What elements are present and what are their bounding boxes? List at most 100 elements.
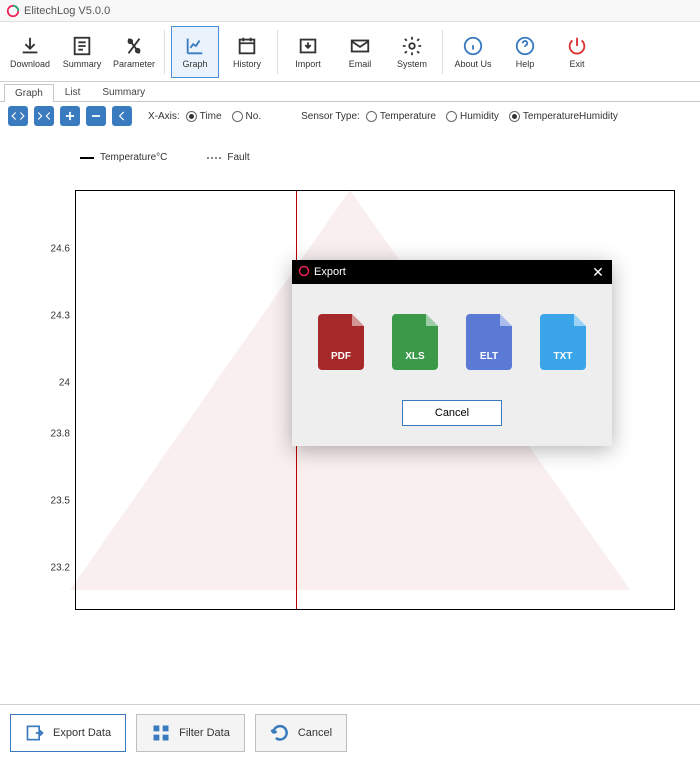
legend-line-icon [80, 157, 94, 159]
parameter-label: Parameter [113, 59, 155, 69]
collapse-button[interactable] [34, 106, 54, 126]
txt-label: TXT [554, 351, 573, 362]
email-icon [349, 35, 371, 57]
aboutus-label: About Us [454, 59, 491, 69]
legend-dotted-icon [207, 157, 221, 159]
export-txt-button[interactable]: TXT [540, 314, 586, 370]
legend-fault: Fault [207, 152, 249, 163]
download-button[interactable]: Download [6, 26, 54, 78]
legend-fault-label: Fault [227, 152, 249, 163]
sensor-temphum-label: TemperatureHumidity [523, 111, 618, 122]
elt-label: ELT [480, 351, 498, 362]
power-icon [566, 35, 588, 57]
filter-data-button[interactable]: Filter Data [136, 714, 245, 752]
history-icon [236, 35, 258, 57]
graph-icon [184, 35, 206, 57]
sensor-label: Sensor Type: [301, 111, 360, 122]
export-data-label: Export Data [53, 727, 111, 739]
view-tabs: Graph List Summary [0, 82, 700, 102]
filter-icon [151, 723, 171, 743]
cancel-button[interactable]: Cancel [255, 714, 347, 752]
sensor-temperature-radio[interactable]: Temperature [366, 111, 436, 122]
app-title: ElitechLog V5.0.0 [24, 5, 110, 17]
parameter-button[interactable]: Parameter [110, 26, 158, 78]
sensor-temphum-radio[interactable]: TemperatureHumidity [509, 111, 618, 122]
import-button[interactable]: Import [284, 26, 332, 78]
y-tick: 24.6 [42, 243, 70, 254]
legend-temperature-label: Temperature°C [100, 152, 167, 163]
sensor-temperature-label: Temperature [380, 111, 436, 122]
app-logo-icon [298, 265, 310, 280]
cancel-label: Cancel [298, 727, 332, 739]
export-data-button[interactable]: Export Data [10, 714, 126, 752]
tab-list[interactable]: List [54, 83, 92, 101]
y-tick: 23.5 [42, 495, 70, 506]
download-icon [19, 35, 41, 57]
zoom-in-button[interactable] [60, 106, 80, 126]
y-tick: 23.8 [42, 428, 70, 439]
filter-data-label: Filter Data [179, 727, 230, 739]
sensor-humidity-label: Humidity [460, 111, 499, 122]
xaxis-time-radio[interactable]: Time [186, 111, 222, 122]
legend-temperature: Temperature°C [80, 152, 167, 163]
chart-legend: Temperature°C Fault [10, 140, 680, 175]
export-dialog: Export ✕ PDF XLS ELT TXT Cancel [292, 260, 612, 446]
xaxis-time-label: Time [200, 111, 222, 122]
info-icon [462, 35, 484, 57]
tab-summary[interactable]: Summary [91, 83, 156, 101]
back-button[interactable] [112, 106, 132, 126]
export-dialog-title: Export [314, 266, 346, 278]
title-bar: ElitechLog V5.0.0 [0, 0, 700, 22]
graph-button[interactable]: Graph [171, 26, 219, 78]
graph-label: Graph [182, 59, 207, 69]
close-icon[interactable]: ✕ [590, 264, 606, 280]
toolbar-separator [164, 30, 165, 74]
email-button[interactable]: Email [336, 26, 384, 78]
import-icon [297, 35, 319, 57]
download-label: Download [10, 59, 50, 69]
xaxis-no-label: No. [246, 111, 262, 122]
parameter-icon [123, 35, 145, 57]
pdf-label: PDF [331, 351, 351, 362]
y-tick: 24 [42, 378, 70, 389]
exit-button[interactable]: Exit [553, 26, 601, 78]
history-button[interactable]: History [223, 26, 271, 78]
summary-button[interactable]: Summary [58, 26, 106, 78]
tab-graph[interactable]: Graph [4, 84, 54, 102]
summary-icon [71, 35, 93, 57]
aboutus-button[interactable]: About Us [449, 26, 497, 78]
export-dialog-header[interactable]: Export ✕ [292, 260, 612, 284]
main-toolbar: Download Summary Parameter Graph History… [0, 22, 700, 82]
exit-label: Exit [569, 59, 584, 69]
history-label: History [233, 59, 261, 69]
xaxis-label: X-Axis: [148, 111, 180, 122]
xaxis-no-radio[interactable]: No. [232, 111, 262, 122]
y-tick: 23.2 [42, 563, 70, 574]
system-icon [401, 35, 423, 57]
export-format-row: PDF XLS ELT TXT [318, 314, 586, 370]
toolbar-separator [277, 30, 278, 74]
toolbar-separator [442, 30, 443, 74]
help-icon [514, 35, 536, 57]
zoom-out-button[interactable] [86, 106, 106, 126]
email-label: Email [349, 59, 372, 69]
export-icon [25, 723, 45, 743]
help-button[interactable]: Help [501, 26, 549, 78]
help-label: Help [516, 59, 535, 69]
export-elt-button[interactable]: ELT [466, 314, 512, 370]
expand-left-right-button[interactable] [8, 106, 28, 126]
export-dialog-body: PDF XLS ELT TXT Cancel [292, 284, 612, 446]
export-pdf-button[interactable]: PDF [318, 314, 364, 370]
xls-label: XLS [405, 351, 424, 362]
undo-icon [270, 723, 290, 743]
bottom-action-bar: Export Data Filter Data Cancel [0, 704, 700, 760]
system-button[interactable]: System [388, 26, 436, 78]
app-logo-icon [6, 4, 20, 18]
import-label: Import [295, 59, 321, 69]
summary-label: Summary [63, 59, 102, 69]
sensor-humidity-radio[interactable]: Humidity [446, 111, 499, 122]
export-xls-button[interactable]: XLS [392, 314, 438, 370]
export-cancel-button[interactable]: Cancel [402, 400, 502, 426]
y-tick: 24.3 [42, 311, 70, 322]
graph-controls: X-Axis: Time No. Sensor Type: Temperatur… [0, 102, 700, 130]
